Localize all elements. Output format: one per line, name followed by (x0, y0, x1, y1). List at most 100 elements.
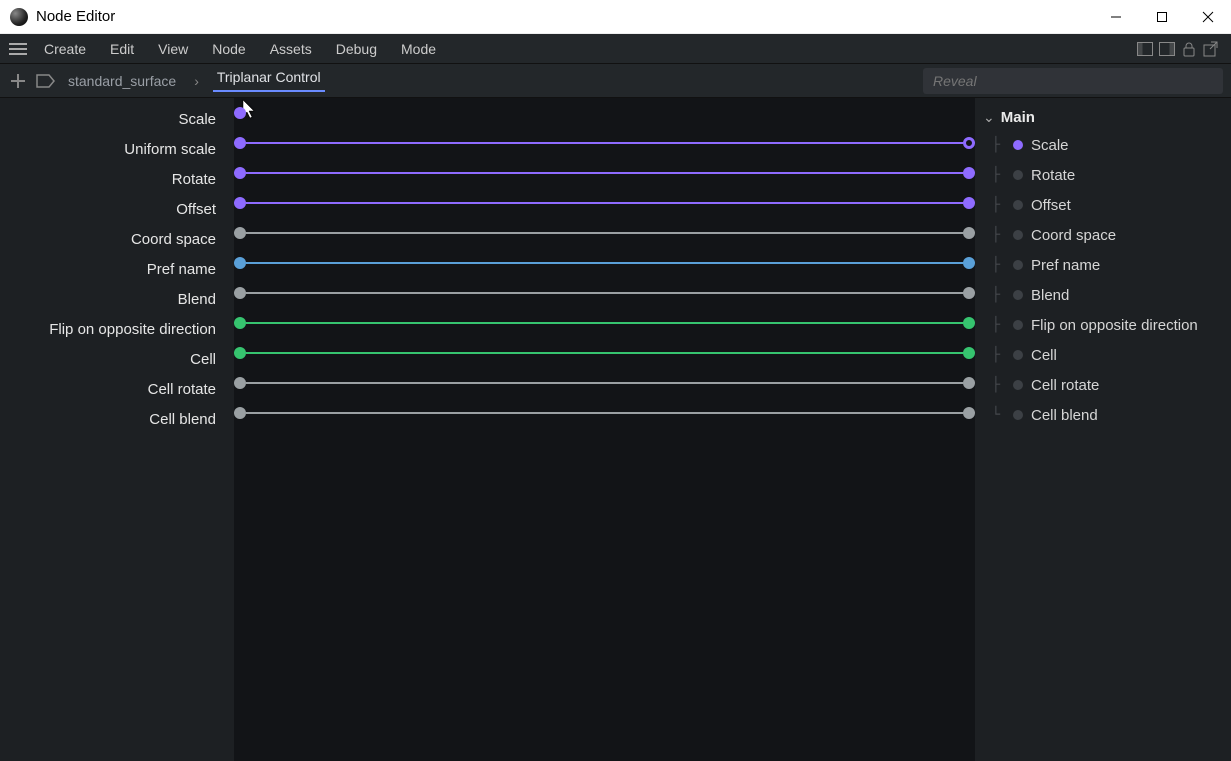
port-dot[interactable] (234, 377, 246, 389)
chevron-down-icon[interactable]: ⌄ (983, 109, 995, 126)
connection-line[interactable] (234, 196, 975, 210)
port-dot[interactable] (234, 317, 246, 329)
popout-icon[interactable] (1201, 39, 1221, 59)
side-item[interactable]: ├Rotate (987, 160, 1223, 190)
port-dot[interactable] (234, 257, 246, 269)
close-button[interactable] (1185, 0, 1231, 34)
side-item-label: Pref name (1031, 257, 1100, 274)
wire (246, 262, 963, 264)
attribute-knob[interactable] (1013, 320, 1023, 330)
port-dot[interactable] (234, 167, 246, 179)
port-dot[interactable] (234, 347, 246, 359)
menu-item-node[interactable]: Node (200, 34, 257, 64)
port-dot[interactable] (963, 377, 975, 389)
connection-line[interactable] (234, 376, 975, 390)
tree-branch-icon: ├ (987, 317, 1005, 333)
connection-line[interactable] (234, 136, 975, 150)
side-item-label: Scale (1031, 137, 1069, 154)
node-canvas[interactable] (234, 98, 975, 761)
wire (246, 142, 963, 144)
port-dot[interactable] (963, 137, 975, 149)
side-item[interactable]: ├Cell (987, 340, 1223, 370)
side-item-label: Blend (1031, 287, 1069, 304)
side-item[interactable]: ├Cell rotate (987, 370, 1223, 400)
breadcrumb-root[interactable]: standard_surface (64, 73, 180, 89)
port-dot[interactable] (234, 407, 246, 419)
lock-icon[interactable] (1179, 39, 1199, 59)
connection-line[interactable] (234, 406, 975, 420)
side-item[interactable]: ├Coord space (987, 220, 1223, 250)
menu-item-mode[interactable]: Mode (389, 34, 448, 64)
port-dot[interactable] (234, 287, 246, 299)
param-label: Cell rotate (148, 381, 216, 398)
menu-item-create[interactable]: Create (32, 34, 98, 64)
menu-item-assets[interactable]: Assets (258, 34, 324, 64)
port-dot[interactable] (963, 407, 975, 419)
titlebar: Node Editor (0, 0, 1231, 34)
port-dot[interactable] (963, 197, 975, 209)
param-row: Offset (0, 194, 234, 224)
minimize-button[interactable] (1093, 0, 1139, 34)
layout-right-icon[interactable] (1157, 39, 1177, 59)
attribute-knob[interactable] (1013, 200, 1023, 210)
side-item-label: Rotate (1031, 167, 1075, 184)
port-dot[interactable] (963, 257, 975, 269)
menubar: CreateEditViewNodeAssetsDebugMode (0, 34, 1231, 64)
attribute-knob[interactable] (1013, 380, 1023, 390)
attribute-knob[interactable] (1013, 410, 1023, 420)
port-dot[interactable] (234, 137, 246, 149)
param-labels-column: ScaleUniform scaleRotateOffsetCoord spac… (0, 98, 234, 761)
side-item[interactable]: ├Blend (987, 280, 1223, 310)
side-item[interactable]: └Cell blend (987, 400, 1223, 430)
add-icon[interactable] (8, 71, 28, 91)
side-item[interactable]: ├Pref name (987, 250, 1223, 280)
attribute-knob[interactable] (1013, 260, 1023, 270)
menu-item-edit[interactable]: Edit (98, 34, 146, 64)
connection-line[interactable] (234, 346, 975, 360)
param-row: Scale (0, 104, 234, 134)
port-dot[interactable] (234, 107, 246, 119)
menu-item-view[interactable]: View (146, 34, 200, 64)
side-item-label: Coord space (1031, 227, 1116, 244)
wire (246, 232, 963, 234)
port-dot[interactable] (234, 227, 246, 239)
connection-line[interactable] (234, 286, 975, 300)
attribute-knob[interactable] (1013, 350, 1023, 360)
port-dot[interactable] (963, 167, 975, 179)
side-item[interactable]: ├Scale (987, 130, 1223, 160)
port-dot[interactable] (963, 347, 975, 359)
attribute-knob[interactable] (1013, 230, 1023, 240)
side-item[interactable]: ├ Flip on opposite direction (987, 310, 1223, 340)
reveal-input[interactable] (933, 73, 1213, 89)
attribute-knob[interactable] (1013, 290, 1023, 300)
chevron-right-icon: › (188, 73, 205, 89)
param-row: Cell rotate (0, 374, 234, 404)
port-dot[interactable] (234, 197, 246, 209)
port-dot[interactable] (963, 287, 975, 299)
port-dot[interactable] (963, 317, 975, 329)
connection-line[interactable] (234, 256, 975, 270)
side-item-label: Cell (1031, 347, 1057, 364)
wire (246, 352, 963, 354)
breadcrumb-current[interactable]: Triplanar Control (213, 69, 325, 92)
param-label: Rotate (172, 171, 216, 188)
side-item-label: Flip on opposite direction (1031, 317, 1198, 334)
layout-left-icon[interactable] (1135, 39, 1155, 59)
connection-line[interactable] (234, 166, 975, 180)
port-dot[interactable] (963, 227, 975, 239)
connection-line[interactable] (234, 316, 975, 330)
side-panel-title: Main (1001, 109, 1035, 126)
window-title: Node Editor (36, 8, 115, 25)
attribute-knob[interactable] (1013, 170, 1023, 180)
hamburger-icon[interactable] (4, 35, 32, 63)
maximize-button[interactable] (1139, 0, 1185, 34)
tag-icon[interactable] (36, 71, 56, 91)
connection-line[interactable] (234, 106, 975, 120)
param-row: Cell (0, 344, 234, 374)
wire (246, 412, 963, 414)
attribute-knob[interactable] (1013, 140, 1023, 150)
connection-line[interactable] (234, 226, 975, 240)
menu-item-debug[interactable]: Debug (324, 34, 389, 64)
reveal-search[interactable] (923, 68, 1223, 94)
side-item[interactable]: ├Offset (987, 190, 1223, 220)
